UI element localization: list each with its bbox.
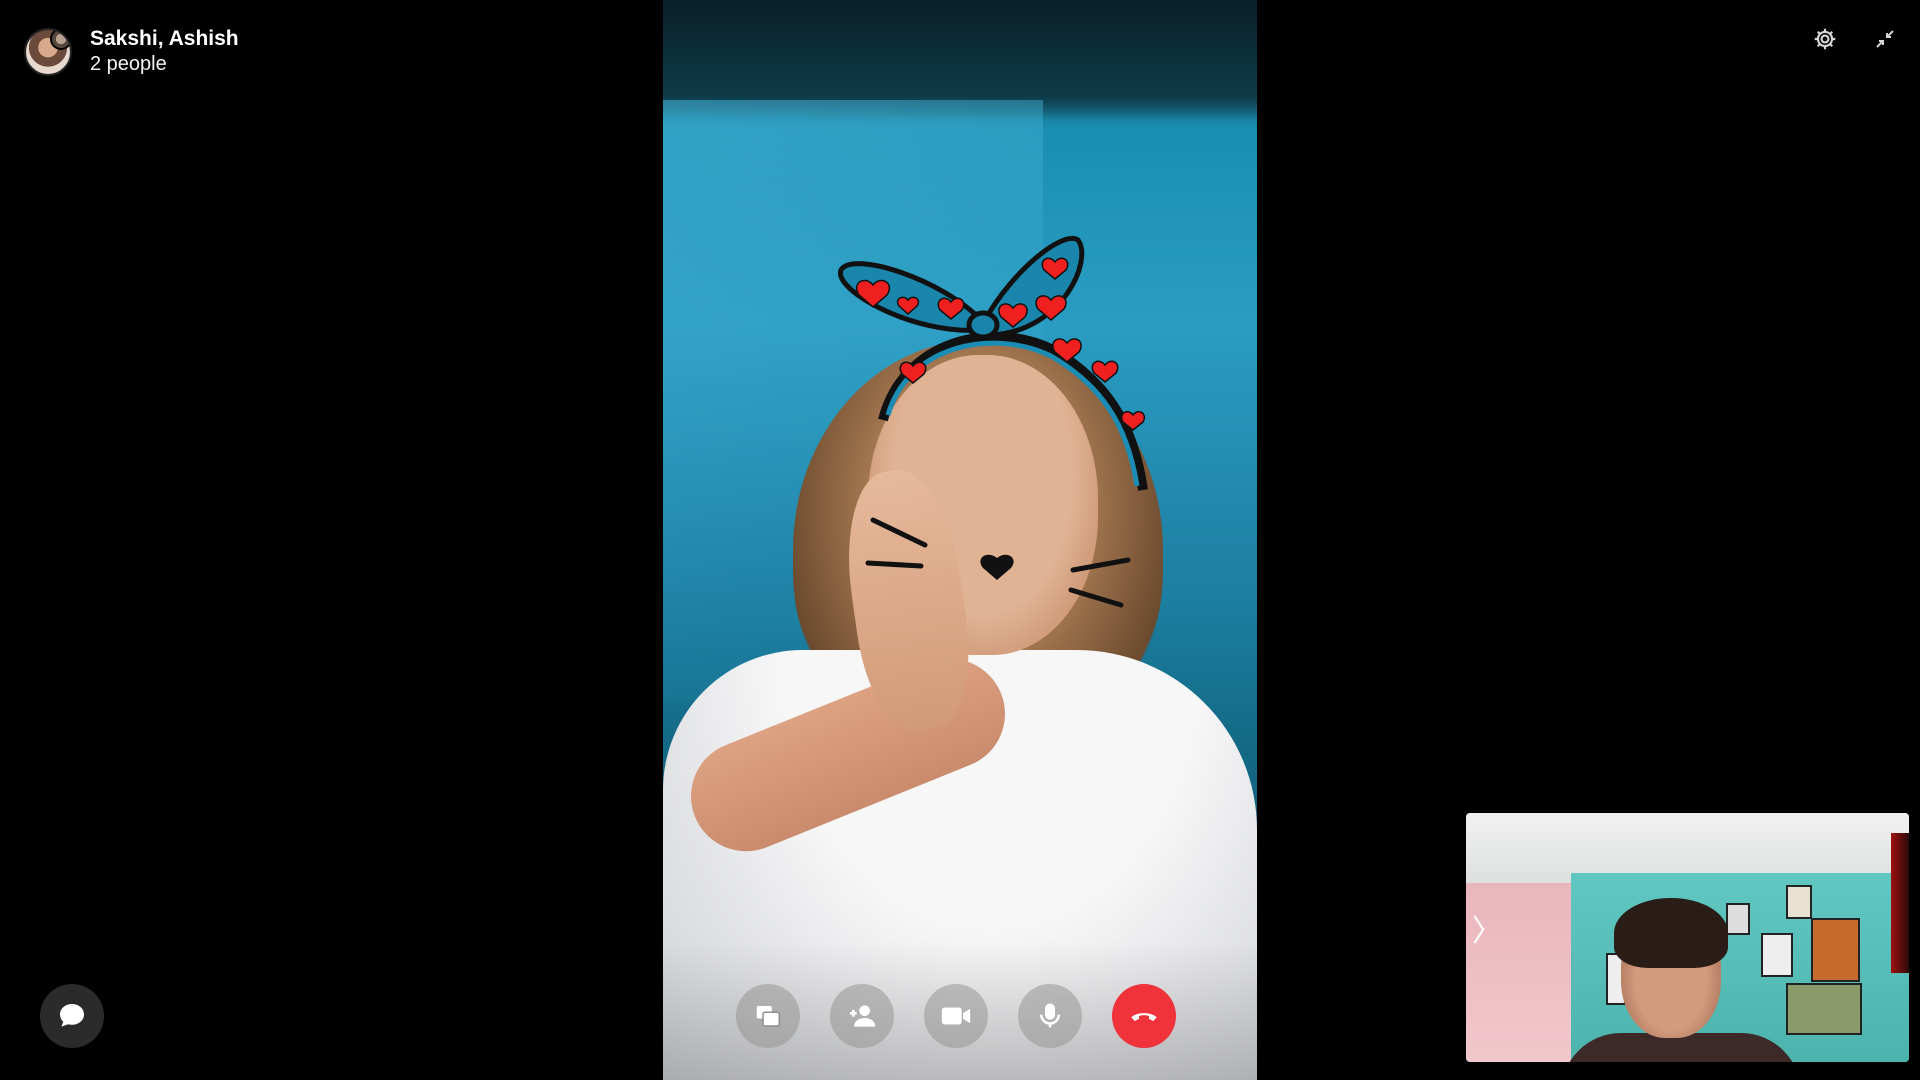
microphone-icon <box>1040 1003 1060 1028</box>
share-screen-icon <box>756 1006 780 1027</box>
remote-video <box>663 0 1257 1080</box>
chat-bubble-icon <box>60 1004 84 1027</box>
wall-photo <box>1786 885 1812 919</box>
call-title: Sakshi, Ashish <box>90 27 239 50</box>
add-person-button[interactable] <box>830 984 894 1048</box>
minimize-arrows-icon <box>1876 30 1894 48</box>
video-toggle-button[interactable] <box>924 984 988 1048</box>
wall-photo <box>1726 903 1750 935</box>
self-view-person-hair <box>1614 898 1728 968</box>
settings-button[interactable] <box>1808 22 1842 56</box>
secondary-avatar <box>50 29 70 50</box>
end-call-icon <box>1131 1013 1157 1021</box>
minimize-button[interactable] <box>1868 22 1902 56</box>
wall-photo <box>1761 933 1793 977</box>
wall-photo <box>1786 983 1862 1035</box>
video-camera-icon <box>941 1007 971 1025</box>
self-view-curtain <box>1891 833 1909 973</box>
participants-count: 2 people <box>90 53 167 76</box>
wall-photo <box>1811 918 1860 982</box>
end-call-button[interactable] <box>1112 984 1176 1048</box>
cat-bow-filter <box>838 236 1148 608</box>
gear-icon <box>1814 28 1836 50</box>
call-controls <box>736 984 1176 1048</box>
add-person-icon <box>850 1005 876 1027</box>
call-header: Sakshi, Ashish 2 people <box>24 26 239 77</box>
self-view-pink-wall <box>1466 883 1571 1062</box>
chevron-right-icon[interactable]: 〉 <box>1472 917 1502 947</box>
group-avatar <box>24 27 72 76</box>
self-view-video[interactable]: 〉 <box>1466 813 1909 1062</box>
mute-button[interactable] <box>1018 984 1082 1048</box>
share-screen-button[interactable] <box>736 984 800 1048</box>
chat-button[interactable] <box>40 984 104 1048</box>
call-info: Sakshi, Ashish 2 people <box>90 26 239 77</box>
